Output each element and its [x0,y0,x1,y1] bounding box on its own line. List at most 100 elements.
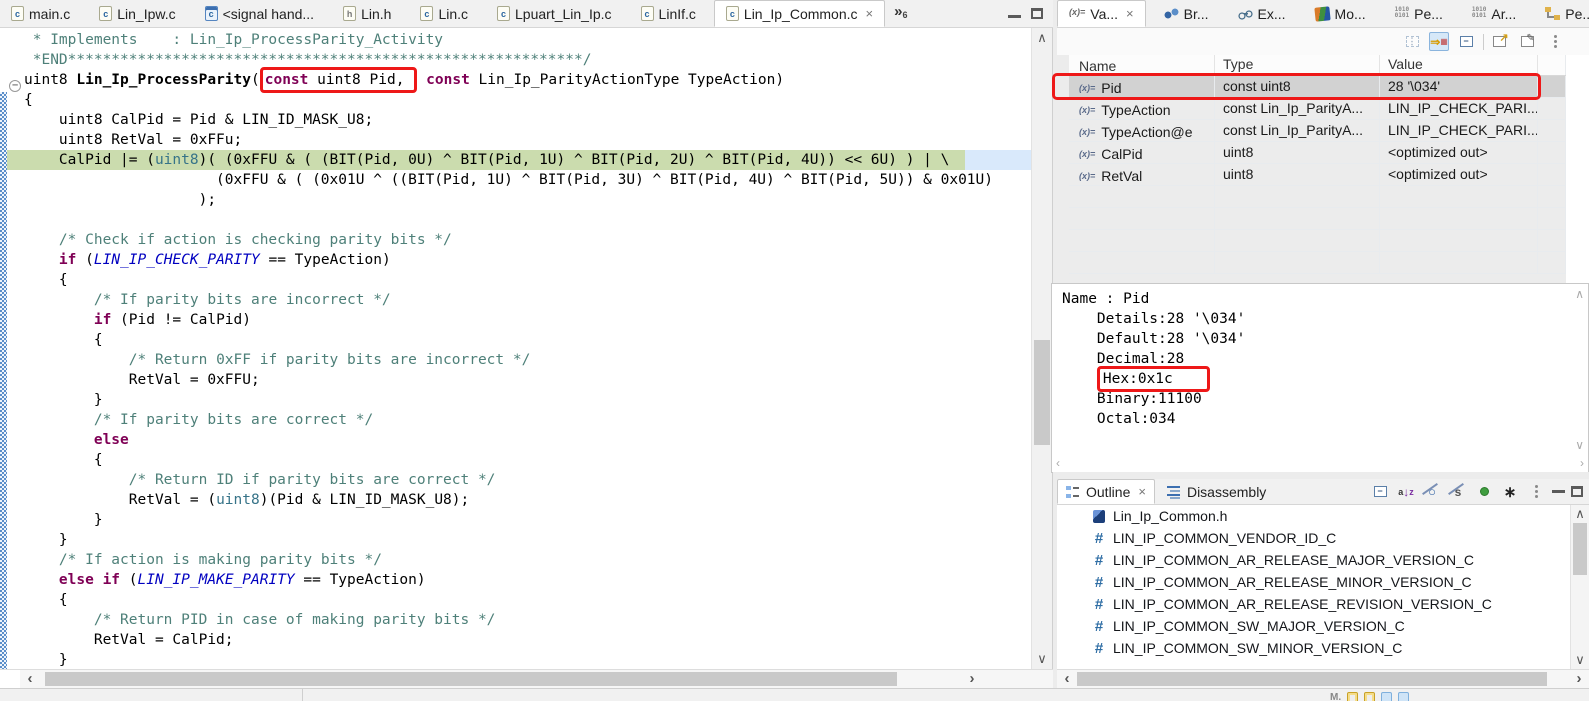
view-tab-ex[interactable]: Ex... [1227,0,1297,27]
outline-item-lin-ip-common-ar-release-major-version-c[interactable]: # LIN_IP_COMMON_AR_RELEASE_MAJOR_VERSION_… [1057,549,1589,571]
scroll-up-icon[interactable]: ∧ [1575,287,1584,301]
scroll-left-icon[interactable]: ‹ [20,670,40,688]
code-line-1[interactable]: * Implements : Lin_Ip_ProcessParity_Acti… [0,30,1032,50]
sort-icon[interactable]: a ↓ z [1396,482,1416,501]
close-icon[interactable]: × [1126,6,1134,21]
hide-static-members-icon[interactable]: s [1448,482,1468,501]
variable-row-empty[interactable] [1069,252,1566,274]
outline-item-lin-ip-common-vendor-id-c[interactable]: # LIN_IP_COMMON_VENDOR_ID_C [1057,527,1589,549]
scrollbar-thumb[interactable] [1077,672,1547,686]
pin-view-icon[interactable]: ✎ [1518,32,1538,51]
outline-item-lin-ip-common-ar-release-revision-version-c[interactable]: # LIN_IP_COMMON_AR_RELEASE_REVISION_VERSI… [1057,593,1589,615]
close-icon[interactable]: × [1138,484,1146,499]
view-tab-outline[interactable]: Outline × [1057,479,1155,504]
code-line-16[interactable]: { [0,330,1032,350]
variable-row-pid[interactable]: (x)= Pid const uint8 28 '\034' [1052,73,1566,100]
column-header-value[interactable]: Value [1380,55,1538,75]
scroll-right-icon[interactable]: › [1569,670,1589,688]
code-line-17[interactable]: /* Return 0xFF if parity bits are incorr… [0,350,1032,370]
view-menu-icon[interactable] [1545,32,1565,51]
code-line-5[interactable]: uint8 CalPid = Pid & LIN_ID_MASK_U8; [0,110,1032,130]
new-view-icon[interactable]: ↗ [1491,32,1511,51]
scroll-right-icon[interactable]: › [1580,456,1584,470]
variable-row-typeaction[interactable]: (x)= TypeAction const Lin_Ip_ParityA... LIN… [1069,98,1566,120]
code-line-28[interactable]: else if (LIN_IP_MAKE_PARITY == TypeActio… [0,570,1032,590]
editor-tab-lin-ip-common-c[interactable]: c Lin_Ip_Common.c × [713,0,886,27]
scroll-up-icon[interactable]: ∧ [1571,506,1589,522]
code-line-27[interactable]: /* If action is making parity bits */ [0,550,1032,570]
scrollbar-thumb[interactable] [1573,523,1587,575]
editor-horizontal-scrollbar[interactable]: ‹ › [0,669,1053,688]
code-line-19[interactable]: } [0,390,1032,410]
code-line-10[interactable] [0,210,1032,230]
view-tab-pe[interactable]: Pe... [1534,0,1589,27]
minimize-icon[interactable] [1008,15,1021,18]
code-line-31[interactable]: RetVal = CalPid; [0,630,1032,650]
code-line-9[interactable]: ); [0,190,1032,210]
view-tab-ar[interactable]: 1010 0101 Ar... [1461,0,1527,27]
editor-vertical-scrollbar[interactable]: ∧ ∨ [1031,28,1052,669]
view-tab-br[interactable]: Br... [1153,0,1220,27]
outline-horizontal-scrollbar[interactable]: ‹ › [1057,669,1589,688]
hide-inactive-directives-icon[interactable]: ∗ [1500,482,1520,501]
code-line-29[interactable]: { [0,590,1032,610]
scroll-left-icon[interactable]: ‹ [1056,456,1060,470]
editor-tab-main-c[interactable]: c main.c [0,0,81,27]
variable-row-retval[interactable]: (x)= RetVal uint8 <optimized out> [1069,164,1566,186]
code-editor[interactable]: * Implements : Lin_Ip_ProcessParity_Acti… [0,28,1053,669]
close-icon[interactable]: × [866,6,874,21]
maximize-icon[interactable] [1571,486,1583,497]
tab-overflow-button[interactable]: » 6 [892,0,911,27]
status-icon[interactable] [1347,692,1359,701]
editor-tab-lin-c[interactable]: c Lin.c [409,0,479,27]
variable-row-empty[interactable] [1069,230,1566,252]
editor-tab-lin-h[interactable]: h Lin.h [332,0,402,27]
code-line-30[interactable]: /* Return PID in case of making parity b… [0,610,1032,630]
status-icon[interactable] [1381,692,1393,701]
outline-item-lin-ip-common-ar-release-minor-version-c[interactable]: # LIN_IP_COMMON_AR_RELEASE_MINOR_VERSION_… [1057,571,1589,593]
variable-row-empty[interactable] [1069,208,1566,230]
outline-item-lin-ip-common-sw-major-version-c[interactable]: # LIN_IP_COMMON_SW_MAJOR_VERSION_C [1057,615,1589,637]
scroll-down-icon[interactable]: ∨ [1575,438,1584,452]
scroll-right-icon[interactable]: › [962,670,982,688]
code-line-23[interactable]: /* Return ID if parity bits are correct … [0,470,1032,490]
view-tab-va[interactable]: (x)= Va... × [1057,0,1146,27]
code-line-32[interactable]: } [0,650,1032,669]
variable-row-empty[interactable] [1069,186,1566,208]
scrollbar-thumb[interactable] [45,672,897,686]
hide-fields-icon[interactable]: ○ [1422,482,1442,501]
minimize-icon[interactable] [1552,490,1565,493]
code-line-3[interactable]: uint8 Lin_Ip_ProcessParity(const uint8 P… [0,67,1032,93]
code-line-21[interactable]: else [0,430,1032,450]
column-header-name[interactable]: Name [1069,55,1215,75]
scroll-left-icon[interactable]: ‹ [1057,670,1077,688]
editor-tab-lpuart-lin-ip-c[interactable]: c Lpuart_Lin_Ip.c [486,0,623,27]
outline-item-lin-ip-common-h[interactable]: Lin_Ip_Common.h [1057,505,1589,527]
outline-vertical-scrollbar[interactable]: ∧ ∨ [1570,505,1589,669]
code-line-26[interactable]: } [0,530,1032,550]
editor-tab-signal-hand[interactable]: c <signal hand... [194,0,325,27]
view-tab-pe[interactable]: 1010 0101 Pe... [1384,0,1454,27]
code-line-18[interactable]: RetVal = 0xFFU; [0,370,1032,390]
code-line-20[interactable]: /* If parity bits are correct */ [0,410,1032,430]
code-line-25[interactable]: } [0,510,1032,530]
show-type-names-icon[interactable]: ⋮ [1402,32,1422,51]
code-line-15[interactable]: if (Pid != CalPid) [0,310,1032,330]
view-sash[interactable] [1053,472,1589,479]
code-line-6[interactable]: uint8 RetVal = 0xFFu; [0,130,1032,150]
scroll-down-icon[interactable]: ∨ [1032,651,1052,667]
editor-tab-lin-ipw-c[interactable]: c Lin_Ipw.c [88,0,186,27]
view-tab-disassembly[interactable]: Disassembly [1159,479,1274,504]
code-line-7[interactable]: CalPid |= (uint8)( (0xFFU & ( (BIT(Pid, … [0,150,1032,170]
scroll-down-icon[interactable]: ∨ [1571,652,1589,668]
code-line-12[interactable]: if (LIN_IP_CHECK_PARITY == TypeAction) [0,250,1032,270]
hide-non-public-members-icon[interactable] [1474,482,1494,501]
view-tab-mo[interactable]: Mo... [1304,0,1377,27]
variable-row-typeaction-e[interactable]: (x)= TypeAction@e const Lin_Ip_ParityA... L… [1069,120,1566,142]
collapse-all-icon[interactable]: − [1456,32,1476,51]
code-line-4[interactable]: { [0,90,1032,110]
code-line-8[interactable]: (0xFFU & ( (0x01U ^ ((BIT(Pid, 1U) ^ BIT… [0,170,1032,190]
view-menu-icon[interactable] [1526,482,1546,501]
outline-item-lin-ip-common-sw-minor-version-c[interactable]: # LIN_IP_COMMON_SW_MINOR_VERSION_C [1057,637,1589,659]
code-line-24[interactable]: RetVal = (uint8)(Pid & LIN_ID_MASK_U8); [0,490,1032,510]
